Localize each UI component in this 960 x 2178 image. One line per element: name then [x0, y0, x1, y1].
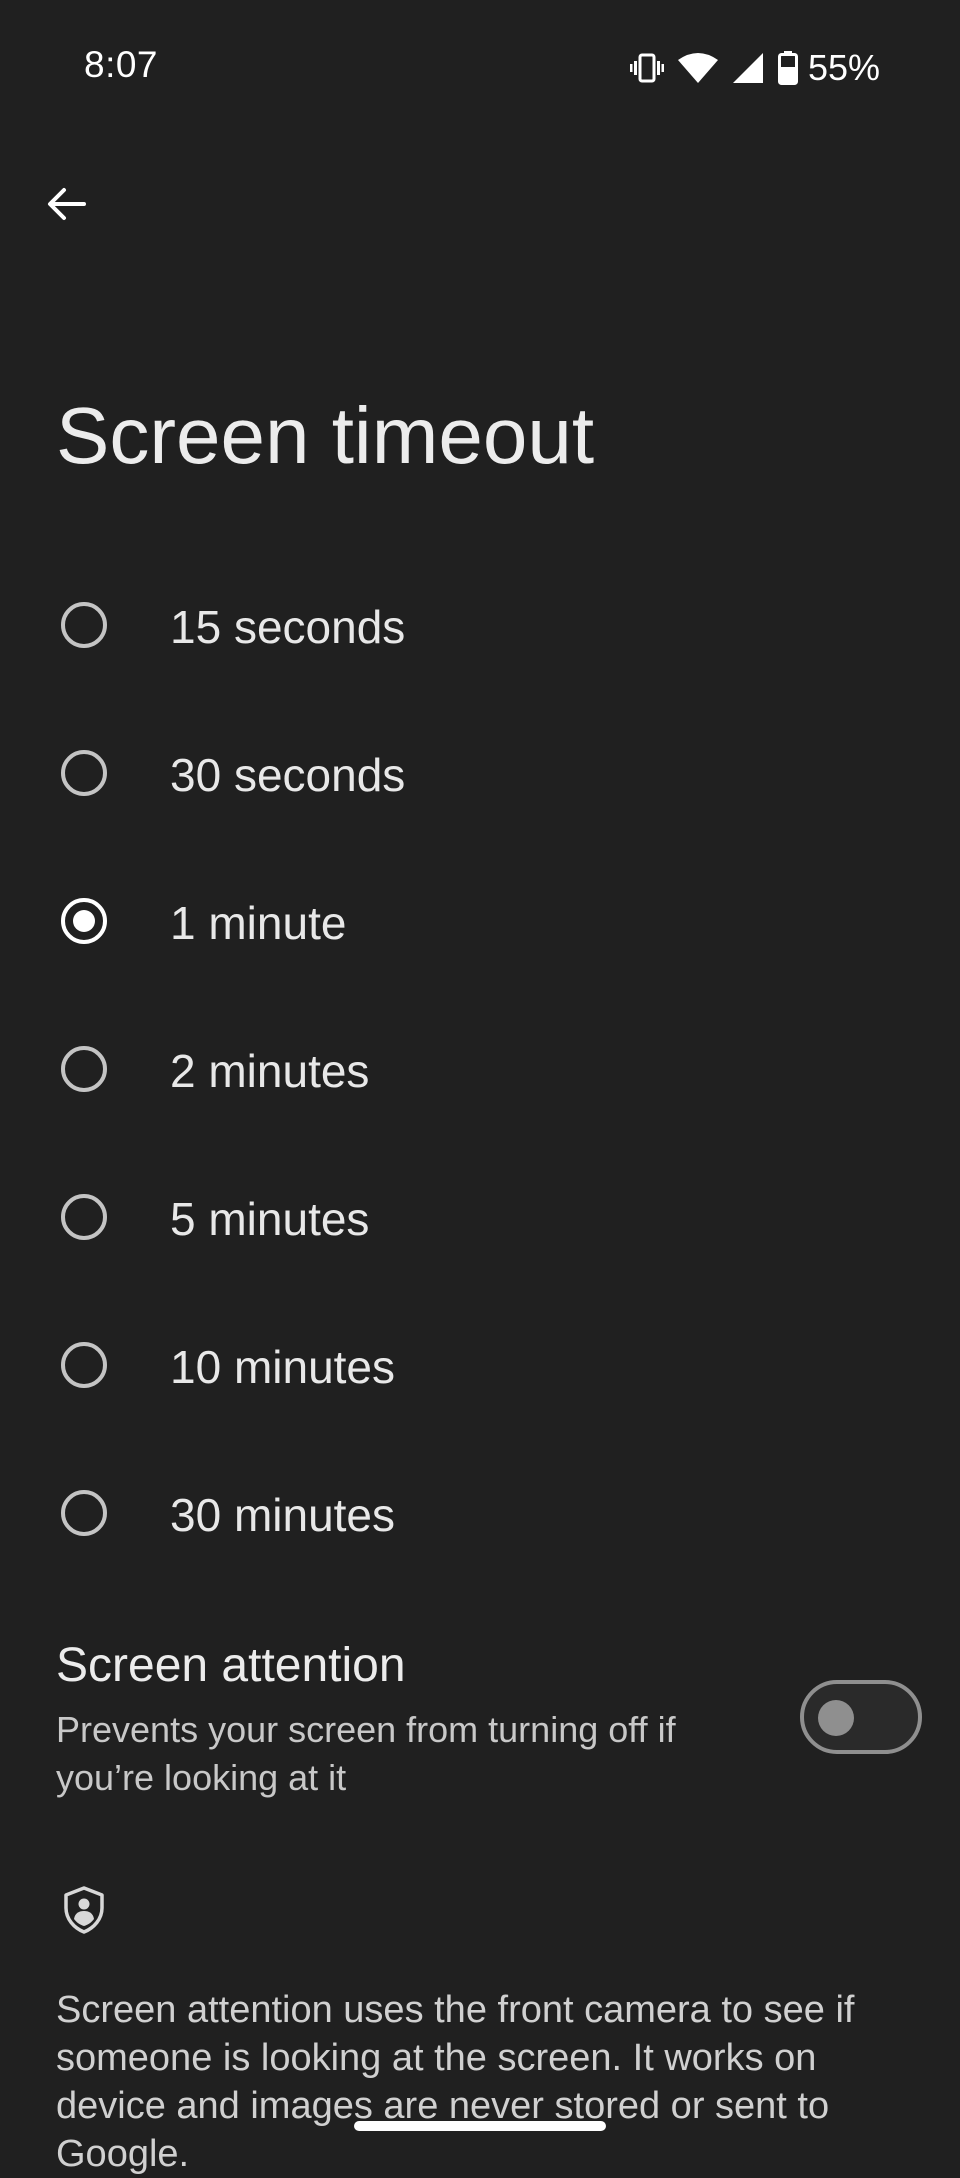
radio-button[interactable] [61, 750, 107, 796]
arrow-back-icon [46, 186, 86, 227]
page-title: Screen timeout [56, 391, 595, 480]
radio-button[interactable] [61, 602, 107, 648]
radio-button[interactable] [61, 1046, 107, 1092]
option-label: 30 minutes [170, 1489, 396, 1541]
option-15-seconds[interactable]: 15 seconds [0, 552, 960, 700]
radio-button[interactable] [61, 898, 107, 944]
battery-icon [777, 51, 798, 85]
screen-attention-info: Screen attention uses the front camera t… [56, 1989, 855, 2175]
option-30-minutes[interactable]: 30 minutes [0, 1440, 960, 1588]
option-label: 5 minutes [170, 1193, 370, 1245]
screen-attention-title: Screen attention [56, 1639, 406, 1692]
screen-attention-toggle[interactable] [800, 1680, 922, 1754]
wifi-icon [677, 52, 718, 84]
toggle-knob [818, 1700, 854, 1736]
option-1-minute[interactable]: 1 minute [0, 848, 960, 996]
option-30-seconds[interactable]: 30 seconds [0, 700, 960, 848]
timeout-options: 15 seconds 30 seconds 1 minute 2 minutes… [0, 552, 960, 1588]
radio-button[interactable] [61, 1342, 107, 1388]
battery-percent: 55% [807, 47, 880, 88]
vibrate-icon [629, 53, 664, 83]
status-bar: 8:07 55% [0, 0, 960, 132]
radio-button[interactable] [61, 1194, 107, 1240]
option-label: 10 minutes [170, 1341, 396, 1393]
status-icons: 55% [629, 44, 880, 92]
shield-person-icon [58, 1884, 110, 1936]
option-label: 2 minutes [170, 1045, 370, 1097]
back-button[interactable] [28, 168, 104, 244]
option-label: 15 seconds [170, 601, 406, 653]
radio-button[interactable] [61, 1490, 107, 1536]
option-label: 30 seconds [170, 749, 406, 801]
gesture-nav-handle[interactable] [354, 2121, 606, 2131]
screen-attention-row[interactable]: Screen attention Prevents your screen fr… [0, 1626, 960, 1816]
option-2-minutes[interactable]: 2 minutes [0, 996, 960, 1144]
cell-signal-icon [732, 52, 764, 84]
option-label: 1 minute [170, 897, 347, 949]
screen-attention-subtitle: Prevents your screen from turning off if… [56, 1709, 676, 1798]
option-5-minutes[interactable]: 5 minutes [0, 1144, 960, 1292]
status-time: 8:07 [84, 44, 159, 85]
option-10-minutes[interactable]: 10 minutes [0, 1292, 960, 1440]
